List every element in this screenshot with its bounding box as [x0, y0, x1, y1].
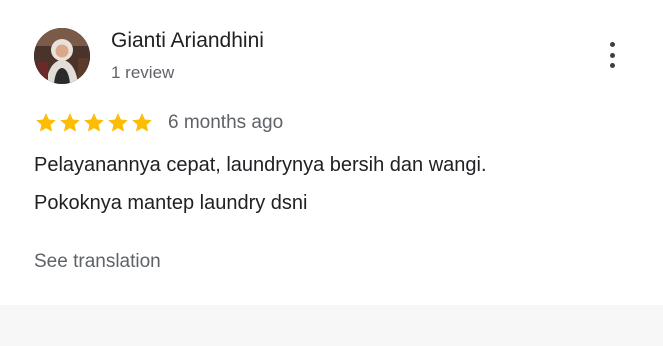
review-text: Pelayanannya cepat, laundrynya bersih da… — [34, 146, 634, 222]
review-count: 1 review — [111, 63, 175, 82]
more-vert-icon-dot — [609, 52, 615, 58]
star-icon — [130, 111, 154, 135]
review-date: 6 months ago — [168, 112, 284, 133]
star-icon — [58, 111, 82, 135]
bottom-divider-band — [0, 305, 663, 346]
star-icon — [106, 111, 130, 135]
more-vert-icon-dot — [609, 63, 615, 68]
review-card: Gianti Ariandhini 1 review 6 months ago … — [0, 0, 663, 346]
see-translation-link[interactable]: See translation — [34, 249, 161, 275]
star-icon — [34, 111, 58, 135]
avatar-photo — [34, 28, 90, 84]
reviewer-name[interactable]: Gianti Ariandhini — [111, 28, 264, 54]
more-vert-icon — [609, 42, 615, 47]
star-icon — [82, 111, 106, 135]
more-options-button[interactable] — [598, 38, 626, 72]
review-text-line: Pelayanannya cepat, laundrynya bersih da… — [34, 154, 487, 176]
star-rating — [34, 110, 154, 136]
avatar[interactable] — [34, 28, 90, 84]
review-text-line: Pokoknya mantep laundry dsni — [34, 192, 308, 214]
